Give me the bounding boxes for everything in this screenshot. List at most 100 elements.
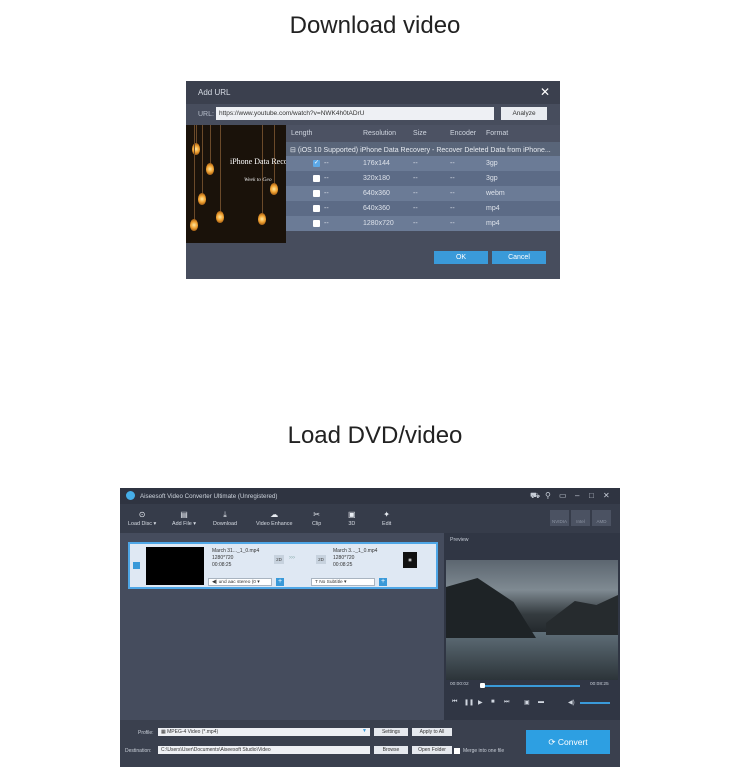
merge-checkbox[interactable] — [454, 748, 460, 754]
seek-knob[interactable] — [480, 683, 485, 688]
load-disc-icon: ⊙ — [138, 510, 146, 519]
volume-slider[interactable] — [580, 702, 610, 704]
download-button[interactable]: ⤓ Download — [213, 510, 237, 527]
dvd-format-icon: ▦ — [403, 552, 417, 568]
skip-forward-icon[interactable]: ⏭ — [504, 699, 509, 706]
item-checkbox[interactable] — [133, 562, 140, 569]
chevron-down-icon[interactable]: ▼ — [362, 728, 367, 734]
row-checkbox[interactable] — [313, 205, 320, 212]
folder-icon[interactable]: ▬ — [538, 699, 544, 705]
add-url-dialog: Add URL ✕ URL: Analyze iPhone Data Recov… — [186, 81, 560, 279]
minimize-icon[interactable]: – — [575, 491, 579, 500]
add-file-icon: ▤ — [180, 510, 188, 519]
app-logo-icon — [126, 491, 135, 500]
video-thumbnail — [146, 547, 204, 585]
cancel-button[interactable]: Cancel — [492, 251, 546, 264]
col-format: Format — [486, 130, 509, 137]
target-name: March 3..._1_0.mp4 — [333, 548, 378, 554]
destination-label: Destination: — [125, 748, 152, 754]
destination-input[interactable]: C:\Users\User\Documents\Aiseesoft Studio… — [158, 746, 370, 754]
add-subtitle-icon[interactable]: + — [379, 578, 387, 586]
skip-back-icon[interactable]: ⏮ — [452, 699, 457, 706]
col-encoder: Encoder — [450, 130, 477, 137]
stop-icon[interactable]: ■ — [491, 699, 495, 705]
preview-label: Preview — [450, 537, 469, 543]
close-icon[interactable]: ✕ — [540, 85, 550, 99]
source-name: March 31..._1_0.mp4 — [212, 548, 260, 554]
3d-icon: ▣ — [348, 510, 356, 519]
table-row[interactable]: -- 640x360 -- -- webm — [286, 186, 560, 201]
row-checkbox[interactable] — [313, 220, 320, 227]
seek-bar[interactable] — [480, 683, 580, 688]
col-size: Size — [413, 130, 427, 137]
table-row[interactable]: -- 1280x720 -- -- mp4 — [286, 216, 560, 231]
play-next-icon[interactable]: ▶ — [478, 699, 483, 706]
video-enhance-button[interactable]: ☁ Video Enhance — [256, 510, 292, 527]
table-row[interactable]: -- 320x180 -- -- 3gp — [286, 171, 560, 186]
row-checkbox[interactable] — [313, 190, 320, 197]
add-audio-icon[interactable]: + — [276, 578, 284, 586]
clip-button[interactable]: ✂ Clip — [312, 510, 321, 527]
group-title: ⊟ (iOS 10 Supported) iPhone Data Recover… — [290, 147, 551, 154]
load-disc-button[interactable]: ⊙ Load Disc ▾ — [128, 510, 156, 527]
browse-button[interactable]: Browse — [374, 746, 408, 754]
list-item[interactable]: March 31..._1_0.mp4 1280*720 00:08:25 2D… — [128, 542, 438, 589]
row-checkbox[interactable] — [313, 175, 320, 182]
url-input[interactable] — [216, 107, 494, 120]
window-titlebar: Aiseesoft Video Converter Ultimate (Unre… — [120, 488, 620, 504]
source-resolution: 1280*720 — [212, 555, 234, 561]
audio-track-select[interactable]: ◀) und aac stereo (0 ▾ — [208, 578, 272, 586]
convert-icon: ⟳ — [548, 737, 558, 747]
table-header: Length Resolution Size Encoder Format — [286, 125, 560, 142]
table-row[interactable]: -- 640x360 -- -- mp4 — [286, 201, 560, 216]
source-2d-badge[interactable]: 2D — [274, 555, 284, 564]
thumbnail-subtitle: Week to Geo — [244, 177, 272, 183]
target-2d-badge[interactable]: 2D — [316, 555, 326, 564]
pause-icon[interactable]: ❚❚ — [464, 699, 474, 706]
close-icon[interactable]: ✕ — [603, 491, 610, 500]
video-thumbnail: iPhone Data Recovery Week to Geo — [186, 125, 286, 243]
format-table: Length Resolution Size Encoder Format ⊟ … — [286, 125, 560, 231]
col-length: Length — [291, 130, 313, 137]
add-file-button[interactable]: ▤ Add File ▾ — [172, 510, 196, 527]
merge-label: Merge into one file — [463, 748, 505, 754]
intel-accel-button[interactable]: Intel — [571, 510, 590, 526]
snapshot-icon[interactable]: ▣ — [524, 699, 530, 706]
pin-icon[interactable]: ⚲ — [545, 491, 551, 500]
nvidia-accel-button[interactable]: NVIDIA — [550, 510, 569, 526]
heading-load: Load DVD/video — [287, 422, 463, 449]
window-title: Aiseesoft Video Converter Ultimate (Unre… — [140, 493, 278, 500]
row-checkbox[interactable]: ✓ — [313, 160, 320, 167]
cart-icon[interactable]: ⛟ — [530, 491, 540, 501]
feedback-icon[interactable]: ▭ — [559, 491, 567, 500]
profile-select[interactable]: ▦ MPEG-4 Video (*.mp4) — [158, 728, 370, 736]
volume-icon[interactable]: ◀) — [568, 699, 575, 706]
3d-button[interactable]: ▣ 3D — [348, 510, 356, 527]
ok-button[interactable]: OK — [434, 251, 488, 264]
edit-button[interactable]: ✦ Edit — [382, 510, 391, 527]
clip-icon: ✂ — [313, 510, 320, 519]
heading-download: Download video — [289, 12, 461, 39]
target-duration: 00:08:25 — [333, 562, 353, 568]
table-row[interactable]: ✓ -- 176x144 -- -- 3gp — [286, 156, 560, 171]
dialog-title: Add URL — [198, 88, 231, 97]
convert-button[interactable]: ⟳ Convert — [526, 730, 610, 754]
maximize-icon[interactable]: □ — [589, 491, 594, 500]
subtitle-select[interactable]: T No Subtitle ▾ — [311, 578, 375, 586]
video-enhance-icon: ☁ — [270, 510, 279, 519]
thumbnail-title: iPhone Data Recovery — [230, 157, 286, 166]
arrow-icon: ››› — [289, 555, 295, 561]
col-resolution: Resolution — [363, 130, 397, 137]
download-icon: ⤓ — [223, 510, 227, 519]
preview-panel: Preview 00:00:02 00:08:25 ⏮ ❚❚ ▶ ■ ⏭ ▣ ▬… — [444, 533, 620, 720]
apply-to-all-button[interactable]: Apply to All — [412, 728, 452, 736]
group-row[interactable]: ⊟ (iOS 10 Supported) iPhone Data Recover… — [286, 142, 560, 156]
amd-accel-button[interactable]: AMD — [592, 510, 611, 526]
file-list: March 31..._1_0.mp4 1280*720 00:08:25 2D… — [120, 533, 444, 720]
preview-image — [446, 560, 618, 680]
edit-icon: ✦ — [383, 510, 390, 519]
open-folder-button[interactable]: Open Folder — [412, 746, 452, 754]
analyze-button[interactable]: Analyze — [501, 107, 547, 120]
converter-window: Aiseesoft Video Converter Ultimate (Unre… — [120, 488, 620, 767]
settings-button[interactable]: Settings — [374, 728, 408, 736]
